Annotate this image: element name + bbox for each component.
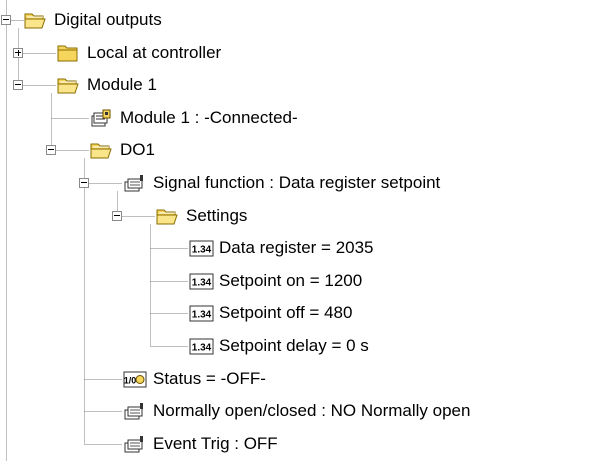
folder-open-icon [57, 75, 79, 95]
expand-button[interactable] [13, 48, 23, 58]
collapse-button[interactable] [79, 178, 89, 188]
collapse-button[interactable] [46, 145, 56, 155]
parameter-icon [123, 434, 145, 454]
tree-node-label: Module 1 : -Connected- [120, 108, 298, 127]
svg-text:1.34: 1.34 [192, 245, 212, 256]
numeric-value-icon: 1.34 [189, 238, 214, 258]
tree-node-label: Status = -OFF- [153, 369, 266, 388]
tree-node-label: DO1 [120, 140, 155, 159]
tree-node-label: Signal function : Data register setpoint [153, 173, 441, 192]
svg-text:1/0: 1/0 [124, 376, 137, 386]
tree-node-label: Event Trig : OFF [153, 434, 278, 453]
parameter-icon [123, 401, 145, 421]
tree-node-label: Normally open/closed : NO Normally open [153, 401, 471, 420]
io-status-icon: 1/0 [123, 369, 147, 389]
svg-text:1.34: 1.34 [192, 343, 212, 354]
svg-text:1.34: 1.34 [192, 310, 212, 321]
tree-node-label: Setpoint delay = 0 s [219, 336, 369, 355]
svg-text:1.34: 1.34 [192, 278, 212, 289]
folder-closed-icon [57, 43, 79, 63]
numeric-value-icon: 1.34 [189, 336, 214, 356]
tree-connector-lines [6, 0, 189, 461]
tree-node-label: Data register = 2035 [219, 238, 374, 257]
numeric-value-icon: 1.34 [189, 271, 214, 291]
folder-open-icon [90, 140, 112, 160]
collapse-button[interactable] [13, 80, 23, 90]
folder-open-icon [156, 206, 178, 226]
tree-node-label: Setpoint on = 1200 [219, 271, 363, 290]
folder-open-icon [24, 10, 46, 30]
parameter-icon [123, 173, 145, 193]
tree-node-label: Module 1 [87, 75, 157, 94]
tree-node-label: Setpoint off = 480 [219, 303, 353, 322]
numeric-value-icon: 1.34 [189, 303, 214, 323]
tree-node-label: Digital outputs [54, 10, 162, 29]
collapse-button[interactable] [112, 211, 122, 221]
settings-tree-view[interactable]: Digital outputs Local at controller Modu… [0, 0, 592, 461]
tree-node-label: Settings [186, 206, 248, 225]
module-icon [90, 108, 112, 128]
collapse-button[interactable] [1, 15, 11, 25]
tree-node-label: Local at controller [87, 43, 222, 62]
